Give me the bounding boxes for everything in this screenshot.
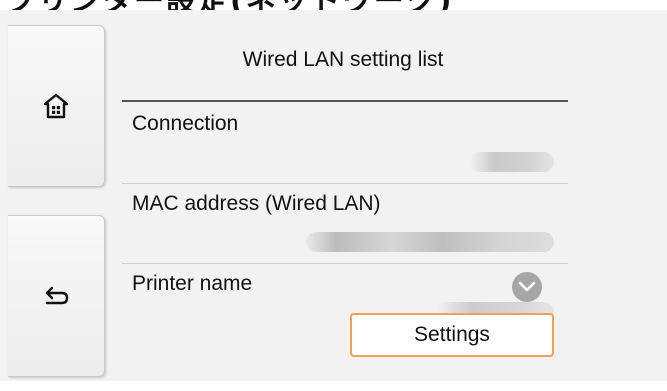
back-button[interactable] xyxy=(8,215,105,377)
back-arrow-icon xyxy=(45,286,69,305)
connection-label: Connection xyxy=(132,112,239,135)
printer-name-label: Printer name xyxy=(132,272,253,295)
connection-value-obscured xyxy=(470,152,554,172)
row-divider xyxy=(122,263,568,264)
printer-screen: Wired LAN setting list Connection MAC ad… xyxy=(0,10,667,381)
chevron-down-icon xyxy=(518,281,536,292)
settings-button[interactable]: Settings xyxy=(350,313,554,357)
mac-address-value-obscured xyxy=(306,232,554,252)
home-button[interactable] xyxy=(8,25,105,187)
title-divider xyxy=(122,100,568,102)
mac-address-label: MAC address (Wired LAN) xyxy=(132,192,381,215)
page-heading-clipped: プリンター設定(ネットワーク) xyxy=(0,0,667,10)
scroll-down-button[interactable] xyxy=(512,272,542,302)
home-icon xyxy=(43,93,69,119)
row-divider xyxy=(122,183,568,184)
list-title: Wired LAN setting list xyxy=(242,48,444,71)
page-heading-text: プリンター設定(ネットワーク) xyxy=(6,0,453,10)
